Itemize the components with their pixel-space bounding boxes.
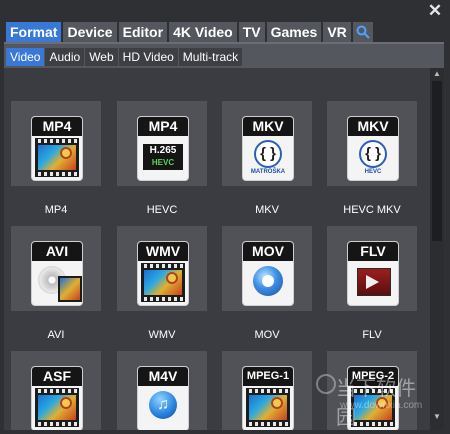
scroll-up-arrow-icon[interactable]: ▲ — [432, 69, 442, 79]
format-tile: MP4 H.265 HEVC — [117, 101, 207, 186]
format-badge: MPEG-2 — [348, 367, 398, 386]
h265-hevc-icon: MP4 H.265 HEVC — [138, 117, 188, 180]
format-tile: ASF — [11, 351, 101, 430]
film-reel-icon: MPEG-2 — [348, 367, 398, 430]
format-tile: MPEG-1 — [222, 351, 312, 430]
tab-4k-video[interactable]: 4K Video — [169, 22, 237, 42]
format-badge: FLV — [348, 242, 398, 261]
matroska-text: MATROŠKA — [250, 169, 286, 175]
format-badge: ASF — [32, 367, 82, 386]
scroll-down-arrow-icon[interactable]: ▼ — [432, 412, 442, 422]
film-reel-icon: MP4 — [32, 117, 82, 180]
format-tile: WMV — [117, 226, 207, 311]
format-tile: FLV — [327, 226, 417, 311]
tab-vr[interactable]: VR — [323, 22, 351, 42]
search-icon — [356, 25, 370, 39]
format-label: HEVC — [146, 204, 178, 216]
format-grid: MP4 MP4 MP4 H.265 HEVC HEVC MKV {} MATR… — [4, 68, 430, 430]
subtab-audio[interactable]: Audio — [45, 48, 85, 66]
format-badge: MP4 — [32, 117, 82, 136]
category-tab-bar: Format Device Editor 4K Video TV Games V… — [6, 22, 373, 42]
close-icon: ✕ — [427, 1, 443, 20]
scrollbar-thumb[interactable] — [432, 81, 442, 241]
format-badge: MOV — [243, 242, 293, 261]
format-tile: MPEG-2 — [327, 351, 417, 430]
format-label: WMV — [148, 329, 176, 341]
format-tile: MOV — [222, 226, 312, 311]
format-badge: MP4 — [138, 117, 188, 136]
tab-tv[interactable]: TV — [238, 22, 265, 42]
format-label: MP4 — [44, 204, 68, 216]
film-reel-icon: ASF — [32, 367, 82, 430]
format-tile: MP4 — [11, 101, 101, 186]
codec-subtext: HEVC — [151, 158, 175, 167]
tab-games[interactable]: Games — [266, 22, 322, 42]
format-tile: MKV { } HEVC — [327, 101, 417, 186]
format-label: FLV — [362, 329, 382, 341]
format-badge: MKV — [243, 117, 293, 136]
film-reel-icon: WMV — [138, 242, 188, 305]
format-tile: M4V ♫ — [117, 351, 207, 430]
hevc-text: HEVC — [364, 169, 382, 175]
subtab-multi-track[interactable]: Multi-track — [178, 48, 243, 66]
format-panel: MP4 MP4 MP4 H.265 HEVC HEVC MKV {} MATR… — [4, 68, 444, 430]
search-button[interactable] — [352, 22, 373, 42]
matroska-hevc-icon: MKV { } HEVC — [348, 117, 398, 180]
codec-text: H.265 — [149, 145, 177, 156]
tab-format[interactable]: Format — [6, 22, 62, 42]
format-label: AVI — [47, 329, 65, 341]
film-reel-icon: MPEG-1 — [243, 367, 293, 430]
matroska-icon: MKV { } MATROŠKA — [243, 117, 293, 180]
itunes-icon: M4V ♫ — [138, 367, 188, 430]
format-tile: MKV { } MATROŠKA — [222, 101, 312, 186]
format-badge: AVI — [32, 242, 82, 261]
subtab-hd-video[interactable]: HD Video — [118, 48, 178, 66]
format-label: MOV — [254, 329, 280, 341]
flash-video-icon: FLV — [348, 242, 398, 305]
format-badge: MKV — [348, 117, 398, 136]
quicktime-icon: MOV — [243, 242, 293, 305]
format-selector-window: Format Device Editor 4K Video TV Games V… — [0, 0, 450, 434]
format-tile: AVI — [11, 226, 101, 311]
vertical-scrollbar[interactable]: ▲ ▼ — [430, 68, 444, 430]
sub-tab-bar: Video Audio Web HD Video Multi-track — [4, 42, 444, 68]
subtab-web[interactable]: Web — [85, 48, 118, 66]
tab-editor[interactable]: Editor — [118, 22, 168, 42]
format-label: MKV — [255, 204, 279, 216]
tab-device[interactable]: Device — [63, 22, 117, 42]
format-badge: WMV — [138, 242, 188, 261]
disc-film-icon: AVI — [32, 242, 82, 305]
format-label: HEVC MKV — [343, 204, 401, 216]
format-badge: M4V — [138, 367, 188, 386]
close-button[interactable]: ✕ — [426, 2, 444, 20]
subtab-video[interactable]: Video — [6, 48, 45, 66]
format-badge: MPEG-1 — [243, 367, 293, 386]
